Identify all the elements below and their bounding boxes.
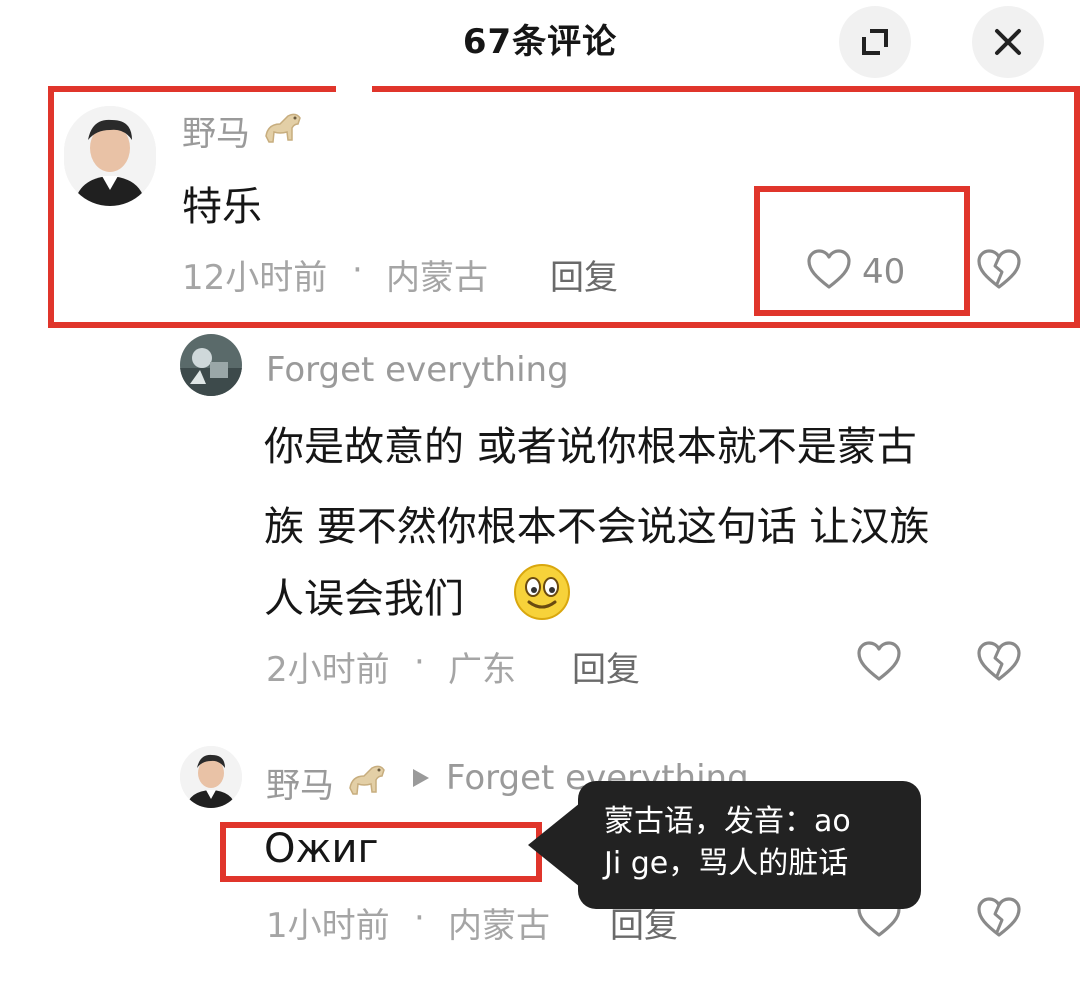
comment-text: Ожиг (264, 826, 379, 872)
smile-emoji (512, 562, 572, 626)
comment-time: 12小时前 (182, 258, 328, 298)
like-count: 40 (862, 252, 906, 292)
comment-username[interactable]: 野马 (182, 106, 250, 155)
comment-text-line: 你是故意的 或者说你根本就不是蒙古 (264, 424, 917, 470)
tooltip-arrow (528, 803, 580, 887)
comment-time: 2小时前 (266, 650, 390, 690)
comment-location: 内蒙古 (448, 906, 550, 946)
avatar[interactable] (180, 746, 242, 808)
meta-separator: · (414, 898, 425, 938)
like-button[interactable] (856, 640, 902, 686)
close-icon (995, 29, 1021, 55)
annotation-tooltip: 蒙古语，发音：ao Ji ge，骂人的脏话 (578, 781, 921, 909)
meta-separator: · (352, 250, 363, 290)
broken-heart-icon (977, 897, 1021, 937)
tooltip-line: 蒙古语，发音：ao (604, 804, 851, 839)
reply-button[interactable]: 回复 (550, 250, 618, 299)
expand-button[interactable] (839, 6, 911, 78)
comment-username[interactable]: Forget everything (266, 350, 569, 390)
broken-heart-icon (977, 641, 1021, 681)
avatar[interactable] (64, 106, 156, 206)
comment-time: 1小时前 (266, 906, 390, 946)
comment-username[interactable]: 野马 (266, 758, 334, 807)
comment-location: 广东 (448, 650, 516, 690)
comment-text-line: 族 要不然你根本不会说这句话 让汉族 (264, 504, 930, 550)
close-button[interactable] (972, 6, 1044, 78)
comment-text: 特乐 (182, 184, 262, 230)
broken-heart-icon (977, 249, 1021, 289)
reply-button[interactable]: 回复 (572, 642, 640, 691)
dislike-button[interactable] (976, 640, 1022, 686)
highlight-box-likes (754, 186, 970, 316)
reply-arrow-icon (410, 766, 432, 794)
page-title: 67条评论 (462, 22, 618, 62)
highlight-box-notch (336, 80, 372, 98)
tooltip-line: Ji ge，骂人的脏话 (604, 846, 849, 881)
expand-icon (862, 29, 888, 55)
dislike-button[interactable] (976, 248, 1022, 294)
comment-text-line: 人误会我们 (264, 576, 464, 622)
dislike-button[interactable] (976, 896, 1022, 942)
heart-icon (807, 249, 851, 289)
horse-icon (344, 758, 390, 806)
avatar[interactable] (180, 334, 242, 396)
heart-icon (857, 641, 901, 681)
meta-separator: · (414, 642, 425, 682)
comment-location: 内蒙古 (386, 258, 488, 298)
horse-icon (260, 106, 306, 154)
like-button[interactable] (806, 248, 852, 294)
